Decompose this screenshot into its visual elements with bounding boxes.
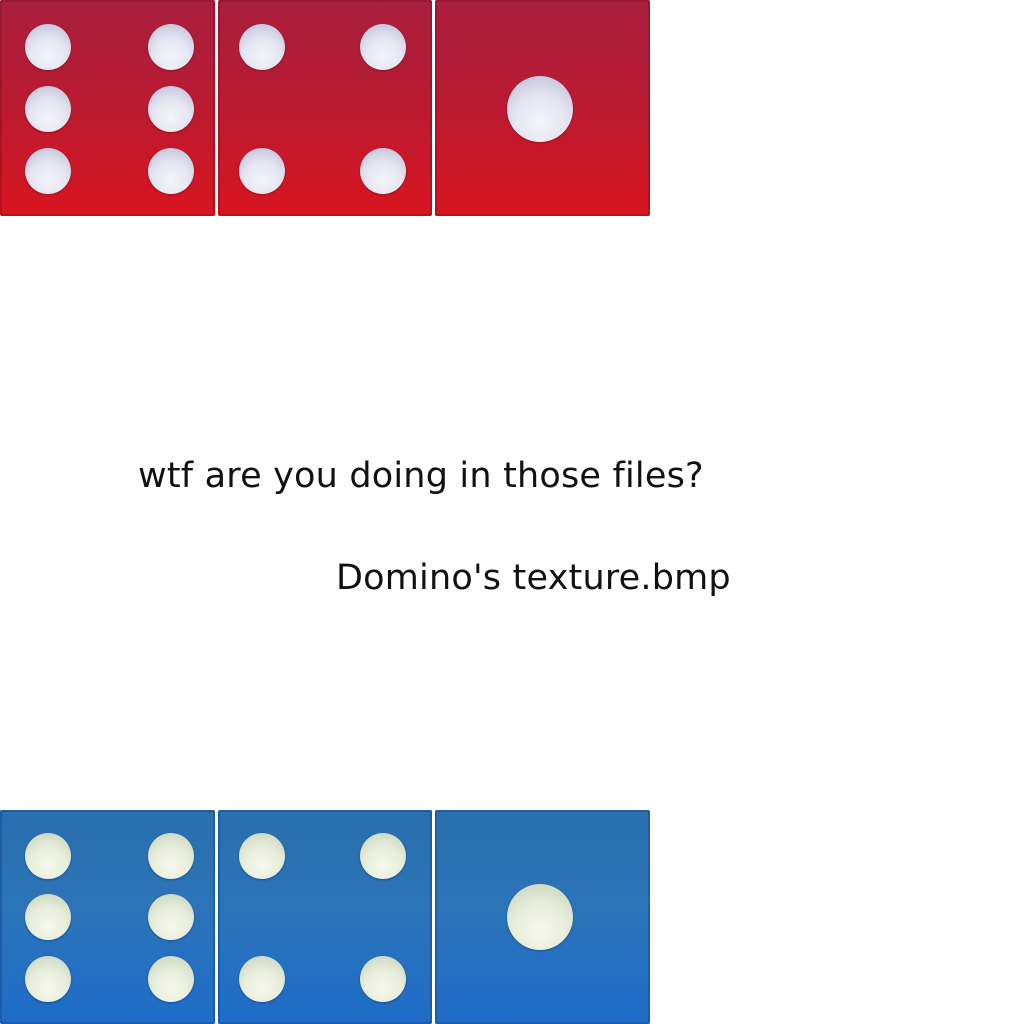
pip <box>148 86 194 132</box>
pip <box>25 86 71 132</box>
pip <box>238 956 285 1002</box>
texture-canvas: wtf are you doing in those files? Domino… <box>0 0 1024 1024</box>
pip <box>148 894 194 940</box>
pip <box>238 833 285 879</box>
blue-face-six <box>0 810 215 1024</box>
pip <box>238 24 285 70</box>
pip <box>25 956 71 1002</box>
pip <box>148 24 194 70</box>
pip <box>25 894 71 940</box>
red-face-one <box>435 0 651 216</box>
pip <box>359 148 406 194</box>
blue-face-four <box>217 810 433 1024</box>
pip <box>148 956 194 1002</box>
pip <box>359 956 406 1002</box>
pip <box>148 148 194 194</box>
pip <box>359 833 406 879</box>
pip <box>238 148 285 194</box>
pip <box>359 24 406 70</box>
pip <box>25 833 71 879</box>
pip <box>148 833 194 879</box>
red-face-four <box>217 0 433 216</box>
pip <box>507 76 574 142</box>
message-question: wtf are you doing in those files? <box>138 456 704 496</box>
red-domino-strip <box>0 0 651 216</box>
pip <box>507 884 574 950</box>
pip <box>25 148 71 194</box>
red-face-six <box>0 0 215 216</box>
message-signature: Domino's texture.bmp <box>336 558 731 598</box>
blue-face-one <box>435 810 651 1024</box>
blue-domino-strip <box>0 810 651 1024</box>
pip <box>25 24 71 70</box>
